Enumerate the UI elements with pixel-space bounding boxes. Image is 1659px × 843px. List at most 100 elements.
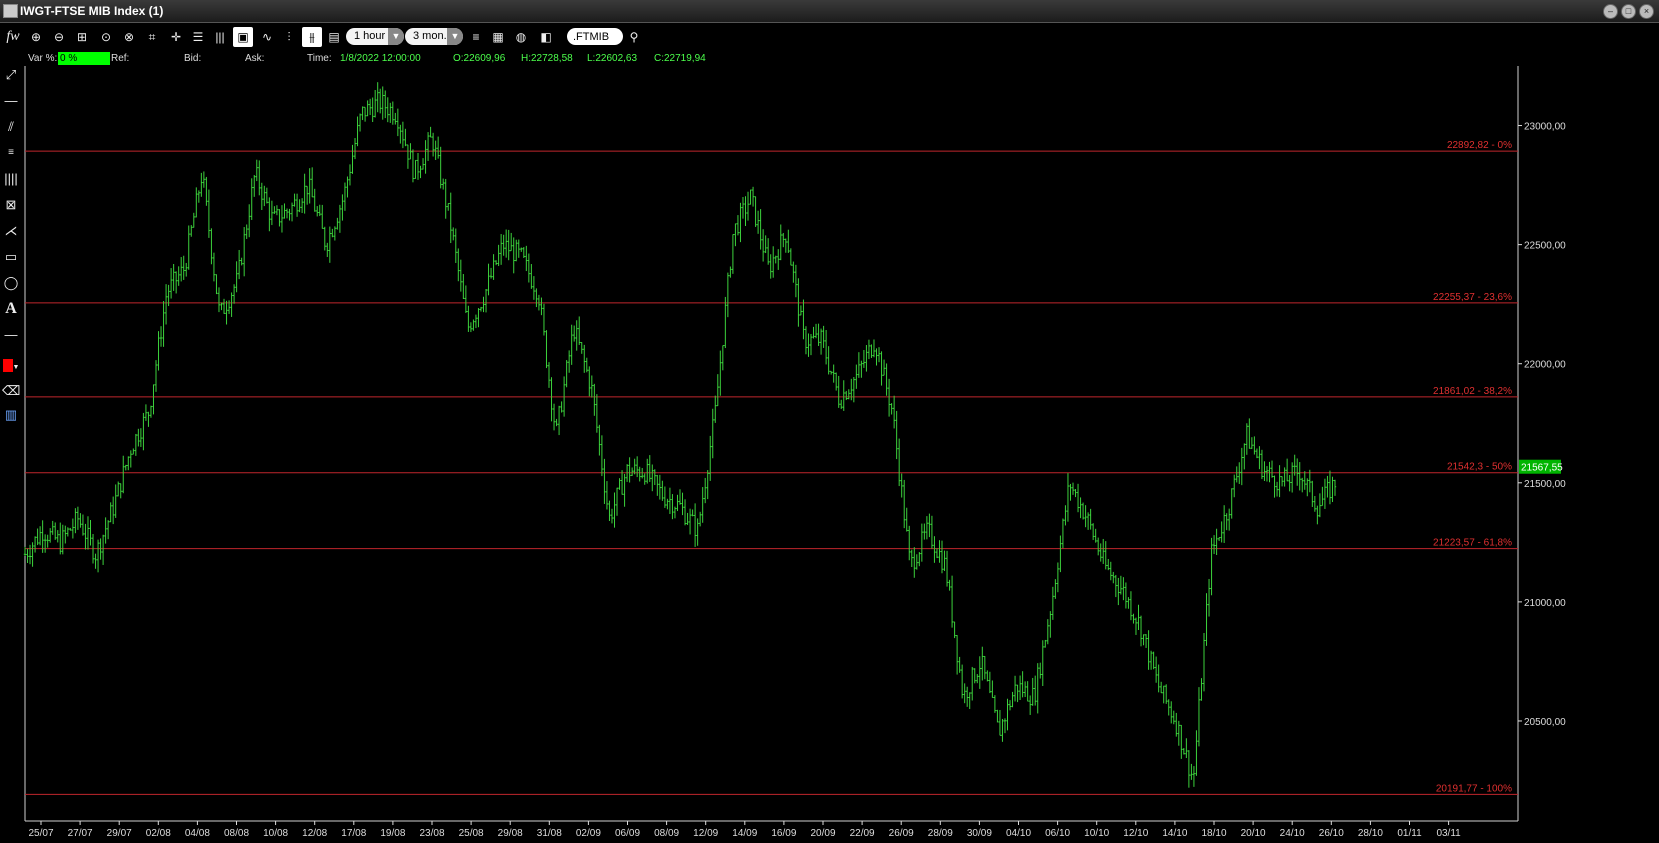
fibonacci-icon[interactable]: ≡ bbox=[2, 144, 20, 162]
x-tick-label: 23/08 bbox=[419, 828, 444, 839]
x-tick-label: 02/09 bbox=[576, 828, 601, 839]
x-tick-label: 28/10 bbox=[1358, 828, 1383, 839]
fib-level-label: 21223,57 - 61,8% bbox=[1433, 538, 1512, 549]
x-tick-label: 17/08 bbox=[341, 828, 366, 839]
range-value: 3 mon.. bbox=[413, 30, 450, 42]
window-icon[interactable]: ▣ bbox=[233, 27, 253, 47]
x-tick-label: 22/09 bbox=[850, 828, 875, 839]
x-tick-label: 27/07 bbox=[68, 828, 93, 839]
plot-area bbox=[25, 66, 1518, 821]
x-tick-label: 10/08 bbox=[263, 828, 288, 839]
chevron-down-icon: ▼ bbox=[388, 28, 404, 45]
interval-dropdown[interactable]: 1 hour ▼ bbox=[346, 28, 404, 45]
ref-label: Ref: bbox=[111, 53, 130, 64]
x-tick-label: 19/08 bbox=[380, 828, 405, 839]
fib-level-label: 21861,02 - 38,2% bbox=[1433, 386, 1512, 397]
x-tick-label: 28/09 bbox=[928, 828, 953, 839]
zoom-in-icon[interactable]: ⊕ bbox=[26, 27, 46, 47]
bars-icon[interactable]: ||| bbox=[210, 27, 230, 47]
time-value: 1/8/2022 12:00:00 bbox=[340, 53, 421, 64]
draw-line-icon[interactable]: ⤢ bbox=[2, 66, 20, 84]
study-icon[interactable]: ▤ bbox=[324, 27, 344, 47]
text-icon[interactable]: A bbox=[2, 300, 20, 318]
y-axis: 20500,00 21000,00 21500,00 22000,00 22500,00… bbox=[1518, 122, 1566, 728]
y-tick-label: 22500,00 bbox=[1524, 241, 1566, 252]
ask-label: Ask: bbox=[245, 53, 265, 64]
color-swatch-icon[interactable]: ▼ bbox=[2, 356, 20, 374]
eraser-icon[interactable]: ⌫ bbox=[2, 382, 20, 400]
bid-label: Bid: bbox=[184, 53, 202, 64]
vertical-lines-icon[interactable]: |||| bbox=[2, 170, 20, 188]
close-button[interactable]: × bbox=[1639, 4, 1654, 19]
x-tick-label: 20/09 bbox=[810, 828, 835, 839]
x-tick-label: 01/11 bbox=[1397, 828, 1422, 839]
alert-icon[interactable]: ◧ bbox=[536, 27, 556, 47]
x-tick-label: 14/09 bbox=[732, 828, 757, 839]
zoom-box-icon[interactable]: ⊞ bbox=[72, 27, 92, 47]
x-tick-label: 14/10 bbox=[1162, 828, 1187, 839]
var-value: 0 % bbox=[58, 52, 110, 65]
fib-level-label: 22892,82 - 0% bbox=[1447, 140, 1512, 151]
chart-toolbar: fw ⊕ ⊖ ⊞ ⊙ ⊗ ⌗ ✛ ☰ ||| ▣ ∿ ⫶ ⫵ ▤ 1 hour … bbox=[0, 24, 1659, 50]
minimize-button[interactable]: – bbox=[1603, 4, 1618, 19]
x-tick-label: 29/08 bbox=[498, 828, 523, 839]
x-tick-label: 06/10 bbox=[1045, 828, 1070, 839]
range-dropdown[interactable]: 3 mon.. ▼ bbox=[405, 28, 463, 45]
x-tick-label: 02/08 bbox=[146, 828, 171, 839]
fit-icon[interactable]: ⌗ bbox=[142, 27, 162, 47]
x-tick-label: 30/09 bbox=[967, 828, 992, 839]
search-icon[interactable]: ⚲ bbox=[624, 27, 644, 47]
x-tick-label: 26/10 bbox=[1319, 828, 1344, 839]
y-tick-label: 21000,00 bbox=[1524, 598, 1566, 609]
interval-value: 1 hour bbox=[354, 30, 386, 42]
x-tick-label: 31/08 bbox=[537, 828, 562, 839]
zoom-fit-icon[interactable]: ⊗ bbox=[119, 27, 139, 47]
low-value: L:22602,63 bbox=[587, 53, 638, 64]
x-tick-label: 12/09 bbox=[693, 828, 718, 839]
x-tick-label: 18/10 bbox=[1201, 828, 1226, 839]
line-chart-icon[interactable]: ∿ bbox=[257, 27, 277, 47]
fib-level-label: 21542,3 - 50% bbox=[1447, 462, 1512, 473]
pitchfork-icon[interactable]: ⋌ bbox=[2, 222, 20, 240]
x-tick-label: 04/10 bbox=[1006, 828, 1031, 839]
y-tick-label: 20500,00 bbox=[1524, 717, 1566, 728]
symbol-input[interactable] bbox=[567, 28, 623, 45]
globe-icon[interactable]: ◍ bbox=[511, 27, 531, 47]
chevron-down-icon: ▼ bbox=[447, 28, 463, 45]
time-label: Time: bbox=[307, 53, 332, 64]
y-tick-label: 22000,00 bbox=[1524, 360, 1566, 371]
zoom-out-icon[interactable]: ⊖ bbox=[49, 27, 69, 47]
ellipse-icon[interactable]: ◯ bbox=[2, 274, 20, 292]
channel-icon[interactable]: ⫽ bbox=[2, 118, 20, 136]
trash-icon[interactable]: ▥ bbox=[2, 406, 20, 424]
x-tick-label: 12/08 bbox=[302, 828, 327, 839]
x-tick-label: 25/07 bbox=[28, 828, 53, 839]
ohlc-icon[interactable]: ⫵ bbox=[302, 27, 322, 47]
x-tick-label: 04/08 bbox=[185, 828, 210, 839]
rectangle-icon[interactable]: ▭ bbox=[2, 248, 20, 266]
x-tick-label: 12/10 bbox=[1123, 828, 1148, 839]
gann-icon[interactable]: ⊠ bbox=[2, 196, 20, 214]
crosshair-icon[interactable]: ✛ bbox=[166, 27, 186, 47]
chart-canvas[interactable]: 22892,82 - 0% 22255,37 - 23,6% 21861,02 - … bbox=[0, 0, 1659, 843]
quote-info-bar: Var %: 0 % Ref: Bid: Ask: Time: 1/8/2022… bbox=[0, 52, 1659, 66]
x-tick-label: 08/08 bbox=[224, 828, 249, 839]
function-button[interactable]: fw bbox=[2, 27, 24, 47]
zoom-reset-icon[interactable]: ⊙ bbox=[96, 27, 116, 47]
x-tick-label: 10/10 bbox=[1084, 828, 1109, 839]
fib-level-label: 22255,37 - 23,6% bbox=[1433, 292, 1512, 303]
close-value: C:22719,94 bbox=[654, 53, 706, 64]
save-icon[interactable]: ▦ bbox=[488, 27, 508, 47]
horizontal-line-icon[interactable]: — bbox=[2, 92, 20, 110]
maximize-button[interactable]: □ bbox=[1621, 4, 1636, 19]
x-tick-label: 16/09 bbox=[771, 828, 796, 839]
y-tick-label: 23000,00 bbox=[1524, 122, 1566, 133]
notes-icon[interactable]: ≡ bbox=[466, 27, 486, 47]
x-tick-label: 29/07 bbox=[107, 828, 132, 839]
x-axis: 25/07 27/07 29/07 02/08 04/08 08/08 10/08 12/08… bbox=[28, 821, 1461, 839]
x-tick-label: 06/09 bbox=[615, 828, 640, 839]
list-icon[interactable]: ☰ bbox=[188, 27, 208, 47]
x-tick-label: 03/11 bbox=[1436, 828, 1461, 839]
drawing-toolbar: ⤢ — ⫽ ≡ |||| ⊠ ⋌ ▭ ◯ A — ▼ ⌫ ▥ bbox=[0, 66, 22, 826]
candle-icon[interactable]: ⫶ bbox=[279, 27, 299, 47]
